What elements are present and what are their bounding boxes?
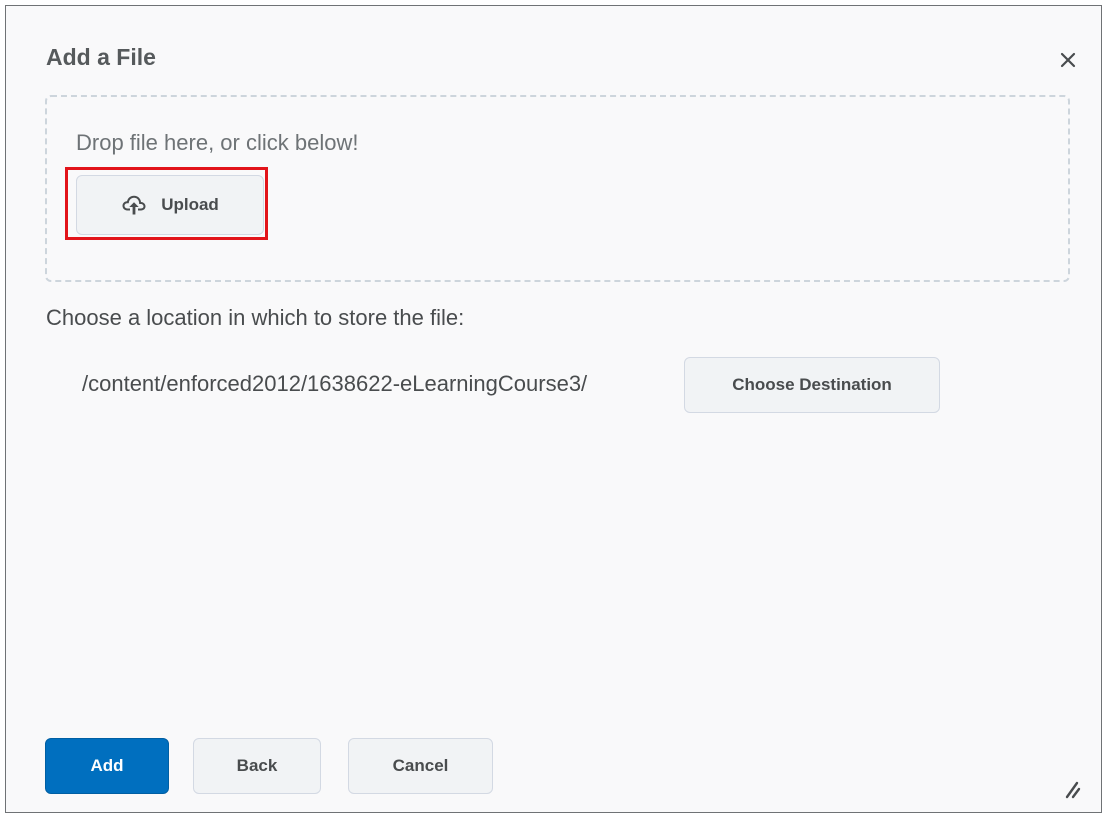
back-button[interactable]: Back (193, 738, 321, 794)
cloud-upload-icon (121, 194, 147, 216)
add-file-dialog: Add a File Drop file here, or click belo… (5, 5, 1102, 813)
add-button[interactable]: Add (45, 738, 169, 794)
cancel-button[interactable]: Cancel (348, 738, 493, 794)
dialog-title: Add a File (46, 44, 156, 70)
location-label: Choose a location in which to store the … (46, 305, 465, 330)
upload-button[interactable]: Upload (76, 175, 264, 235)
resize-handle-icon (1058, 776, 1082, 800)
choose-destination-button[interactable]: Choose Destination (684, 357, 940, 413)
close-icon (1056, 48, 1080, 72)
close-button[interactable] (1056, 48, 1080, 72)
upload-button-label: Upload (161, 195, 219, 214)
resize-handle[interactable] (1058, 776, 1082, 800)
dropzone-prompt: Drop file here, or click below! (76, 130, 359, 155)
file-dropzone[interactable]: Drop file here, or click below! Upload (45, 95, 1070, 282)
destination-path: /content/enforced2012/1638622-eLearningC… (82, 371, 588, 396)
